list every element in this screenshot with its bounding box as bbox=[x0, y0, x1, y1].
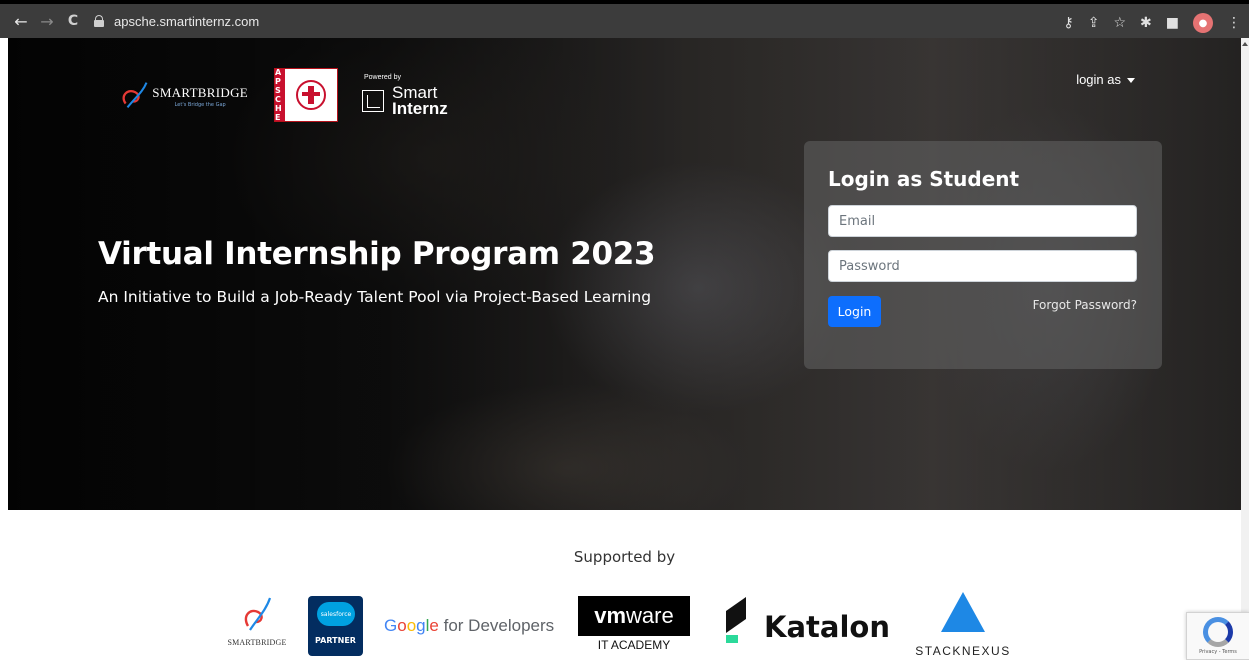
partner-vmware-logo: vm ware IT ACADEMY bbox=[578, 596, 690, 652]
extensions-icon[interactable]: ✱ bbox=[1140, 15, 1152, 31]
vmware-it-academy-label: IT ACADEMY bbox=[597, 638, 671, 652]
sidepanel-icon[interactable]: ■ bbox=[1166, 15, 1179, 31]
forward-arrow-icon[interactable]: → bbox=[34, 12, 60, 31]
apsche-emblem-icon bbox=[296, 80, 326, 110]
login-actions: Login Forgot Password? bbox=[828, 296, 1137, 327]
partner-stacknexus-logo: STACKNEXUS bbox=[908, 592, 1018, 658]
recaptcha-badge[interactable]: Privacy - Terms bbox=[1186, 612, 1249, 660]
login-as-dropdown[interactable]: login as bbox=[1076, 72, 1135, 87]
menu-icon[interactable]: ⋮ bbox=[1227, 15, 1241, 31]
lock-icon[interactable] bbox=[92, 14, 106, 28]
apsche-logo[interactable]: APSCHE bbox=[274, 68, 338, 122]
partner-salesforce-logo: salesforce PARTNER bbox=[308, 596, 363, 656]
reload-icon[interactable]: C bbox=[60, 13, 86, 29]
katalon-wordmark: Katalon bbox=[764, 610, 890, 644]
hero-section: SMARTBRIDGE Let's Bridge the Gap APSCHE … bbox=[8, 38, 1241, 510]
hero-title: Virtual Internship Program 2023 bbox=[98, 236, 656, 272]
partner-smartbridge-logo: SMARTBRIDGE bbox=[222, 594, 292, 647]
smartinternz-line2: Internz bbox=[392, 98, 448, 118]
url-text: apsche.smartinternz.com bbox=[114, 13, 260, 29]
partner-google-developers-logo: Google for Developers bbox=[384, 616, 555, 635]
partner-smartbridge-name: SMARTBRIDGE bbox=[227, 638, 287, 647]
recaptcha-text[interactable]: Privacy - Terms bbox=[1187, 649, 1249, 655]
star-icon[interactable]: ☆ bbox=[1113, 15, 1126, 31]
login-card: Login as Student Login Forgot Password? bbox=[804, 141, 1162, 369]
hero-subtitle: An Initiative to Build a Job-Ready Talen… bbox=[98, 288, 652, 306]
partner-logos: SMARTBRIDGE salesforce PARTNER Google fo… bbox=[0, 590, 1249, 660]
smartbridge-tagline: Let's Bridge the Gap bbox=[174, 102, 226, 108]
smartbridge-wordmark: SMARTBRIDGE bbox=[152, 85, 248, 100]
salesforce-partner-label: PARTNER bbox=[315, 636, 356, 645]
browser-toolbar: ← → C apsche.smartinternz.com ⚷ ⇪ ☆ ✱ ■ … bbox=[0, 0, 1249, 38]
email-field[interactable] bbox=[828, 205, 1137, 237]
browser-actions: ⚷ ⇪ ☆ ✱ ■ ● ⋮ bbox=[1063, 4, 1241, 42]
page-scrollbar[interactable] bbox=[1241, 38, 1249, 660]
login-title: Login as Student bbox=[828, 167, 1020, 191]
stacknexus-triangle-icon bbox=[941, 592, 985, 632]
smartbridge-logo[interactable]: SMARTBRIDGE Let's Bridge the Gap bbox=[118, 78, 248, 112]
supported-by-heading: Supported by bbox=[573, 548, 676, 566]
password-field[interactable] bbox=[828, 250, 1137, 282]
login-as-label: login as bbox=[1076, 72, 1121, 87]
key-icon[interactable]: ⚷ bbox=[1063, 15, 1073, 31]
address-bar[interactable]: apsche.smartinternz.com bbox=[92, 7, 1092, 35]
profile-avatar-icon[interactable]: ● bbox=[1193, 13, 1213, 33]
stacknexus-wordmark: STACKNEXUS bbox=[915, 644, 1011, 658]
katalon-icon bbox=[726, 611, 752, 643]
header-logos: SMARTBRIDGE Let's Bridge the Gap APSCHE … bbox=[118, 68, 448, 122]
scroll-up-arrow-icon[interactable] bbox=[1242, 42, 1248, 46]
recaptcha-icon bbox=[1203, 617, 1233, 647]
caret-down-icon bbox=[1127, 78, 1135, 84]
partner-katalon-logo: Katalon bbox=[726, 610, 890, 644]
smartbridge-swirl-icon bbox=[122, 82, 148, 109]
salesforce-cloud-icon: salesforce bbox=[317, 602, 355, 626]
forgot-password-link[interactable]: Forgot Password? bbox=[1033, 298, 1137, 312]
smartbridge-swirl-icon bbox=[244, 597, 272, 631]
apsche-letters: APSCHE bbox=[275, 68, 285, 122]
smartinternz-icon bbox=[362, 89, 384, 112]
login-button[interactable]: Login bbox=[828, 296, 881, 327]
share-icon[interactable]: ⇪ bbox=[1088, 15, 1100, 31]
smartinternz-logo[interactable]: Powered by Smart Internz bbox=[362, 74, 448, 117]
back-arrow-icon[interactable]: ← bbox=[8, 12, 34, 31]
powered-by-label: Powered by bbox=[364, 73, 401, 81]
